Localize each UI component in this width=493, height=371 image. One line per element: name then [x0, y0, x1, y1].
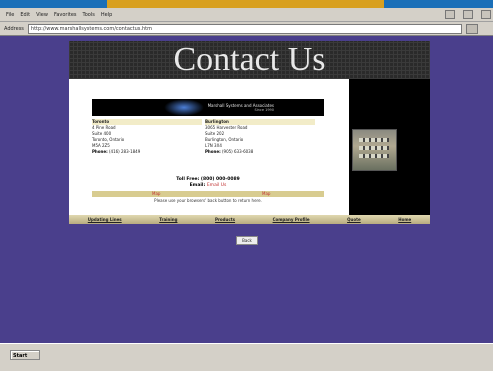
email-line: Email: Email Us: [92, 183, 324, 189]
go-button[interactable]: [465, 23, 478, 34]
building-window-row: [359, 146, 389, 150]
nav-home[interactable]: Home: [394, 217, 415, 222]
desktop-top-bar: [0, 0, 493, 8]
company-since: Since 1990: [254, 108, 274, 112]
email-label: Email:: [189, 183, 206, 188]
menu-tools[interactable]: Tools: [83, 12, 95, 18]
menu-edit[interactable]: Edit: [20, 12, 30, 18]
phone-label: Phone:: [205, 149, 221, 154]
address-burlington: Burlington 3065 Harvester Road Suite 202…: [205, 119, 315, 155]
maximize-button[interactable]: [463, 10, 473, 19]
back-instruction-note: Please use your browsers' back button to…: [154, 198, 262, 203]
close-button[interactable]: [481, 10, 491, 19]
menu-favorites[interactable]: Favorites: [54, 12, 77, 18]
menu-help[interactable]: Help: [101, 12, 112, 18]
taskbar: Start: [0, 343, 493, 371]
address-label: Address: [4, 25, 24, 32]
nav-company-profile[interactable]: Company Profile: [269, 217, 314, 222]
phone-line: Phone: (416) 283-1849: [92, 149, 202, 155]
office-building-photo: [352, 129, 397, 171]
back-button[interactable]: Back: [236, 236, 258, 245]
desktop-top-accent: [107, 0, 384, 8]
map-link-toronto[interactable]: Map: [152, 191, 160, 197]
address-bar: Address http://www.marshallsystems.com/c…: [0, 22, 493, 36]
nav-products[interactable]: Products: [211, 217, 239, 222]
company-logo-banner: Marshall Systems and Associates Since 19…: [92, 99, 324, 116]
page-viewport: Contact Us Marshall Systems and Associat…: [0, 36, 493, 343]
menu-file[interactable]: File: [6, 12, 14, 18]
browser-menubar: File Edit View Favorites Tools Help: [0, 8, 493, 22]
menu-view[interactable]: View: [36, 12, 48, 18]
address-input[interactable]: http://www.marshallsystems.com/contactus…: [27, 23, 462, 34]
phone-number: (905) 633-6038: [221, 149, 254, 154]
building-window-row: [359, 138, 389, 142]
building-window-row: [359, 154, 389, 158]
map-link-burlington[interactable]: Map: [262, 191, 270, 197]
map-links-bar: Map Map: [92, 191, 324, 197]
nav-updating-lines[interactable]: Updating Lines: [84, 217, 126, 222]
phone-line: Phone: (905) 633-6038: [205, 149, 315, 155]
address-table: Toronto 4 Pine Road Suite 400 Toronto, O…: [92, 119, 324, 173]
email-link[interactable]: Email Us: [207, 183, 227, 188]
address-toronto: Toronto 4 Pine Road Suite 400 Toronto, O…: [92, 119, 202, 155]
phone-number: (416) 283-1849: [108, 149, 141, 154]
phone-label: Phone:: [92, 149, 108, 154]
nav-quote[interactable]: Quote: [343, 217, 365, 222]
minimize-button[interactable]: [445, 10, 455, 19]
site-navigation-bar: Updating Lines Training Products Company…: [69, 215, 430, 224]
start-button[interactable]: Start: [10, 350, 40, 360]
page-title: Contact Us: [173, 41, 326, 78]
nav-training[interactable]: Training: [155, 217, 181, 222]
logo-glow-graphic: [164, 99, 204, 116]
